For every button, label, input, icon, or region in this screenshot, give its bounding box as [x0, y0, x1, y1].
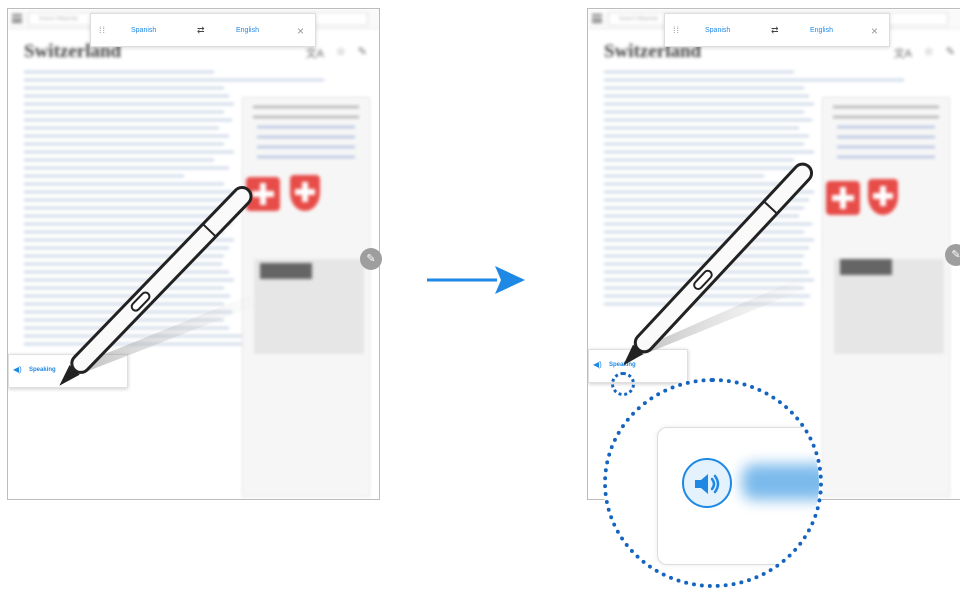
flag-image — [826, 181, 860, 215]
speaker-icon[interactable] — [682, 458, 732, 508]
edit-icon[interactable]: ✎ — [946, 45, 955, 61]
star-icon[interactable]: ☆ — [336, 45, 346, 61]
map-toolbar — [840, 259, 892, 275]
swap-languages-icon[interactable]: ⇄ — [771, 25, 779, 36]
zoom-origin-marker — [611, 372, 635, 396]
source-language-button[interactable]: Spanish — [705, 27, 730, 34]
target-language-button[interactable]: English — [810, 27, 833, 34]
flag-image — [246, 177, 280, 211]
target-language-button[interactable]: English — [236, 27, 259, 34]
edit-fab-icon[interactable]: ✎ — [945, 244, 960, 266]
selected-word-label[interactable]: ◀) Speaking — [8, 354, 128, 388]
source-language-button[interactable]: Spanish — [131, 27, 156, 34]
star-icon[interactable]: ☆ — [924, 45, 934, 61]
zoomed-selection-card — [657, 427, 819, 565]
close-icon[interactable]: × — [297, 24, 304, 38]
menu-icon[interactable] — [592, 14, 602, 23]
translate-toolbar: ⁞⁞ Spanish ⇄ English × — [90, 13, 316, 47]
translate-toolbar: ⁞⁞ Spanish ⇄ English × — [664, 13, 890, 47]
arrow-right-icon — [427, 266, 525, 294]
zoomed-word-blurred — [742, 464, 819, 500]
translate-icon[interactable]: 文A — [894, 45, 912, 61]
drag-handle-icon[interactable]: ⁞⁞ — [673, 25, 680, 35]
coat-of-arms-image — [868, 179, 898, 215]
title-actions: 文A ☆ ✎ — [894, 45, 955, 61]
map-toolbar — [260, 263, 312, 279]
edit-icon[interactable]: ✎ — [358, 45, 367, 61]
menu-icon[interactable] — [12, 14, 22, 23]
swap-languages-icon[interactable]: ⇄ — [197, 25, 205, 36]
speaker-icon[interactable]: ◀) — [13, 365, 22, 374]
selected-word-label[interactable]: ◀) Speaking — [588, 349, 688, 383]
close-icon[interactable]: × — [871, 24, 878, 38]
title-actions: 文A ☆ ✎ — [306, 45, 367, 61]
coat-of-arms-image — [290, 175, 320, 211]
drag-handle-icon[interactable]: ⁞⁞ — [99, 25, 106, 35]
translate-icon[interactable]: 文A — [306, 45, 324, 61]
edit-fab-icon[interactable]: ✎ — [360, 248, 382, 270]
speaker-icon[interactable]: ◀) — [593, 360, 602, 369]
zoom-callout — [603, 378, 823, 588]
wiki-page: Search Wikipedia Switzerland 文A ☆ ✎ — [8, 9, 379, 499]
left-screen: Search Wikipedia Switzerland 文A ☆ ✎ ◀) S… — [7, 8, 380, 500]
